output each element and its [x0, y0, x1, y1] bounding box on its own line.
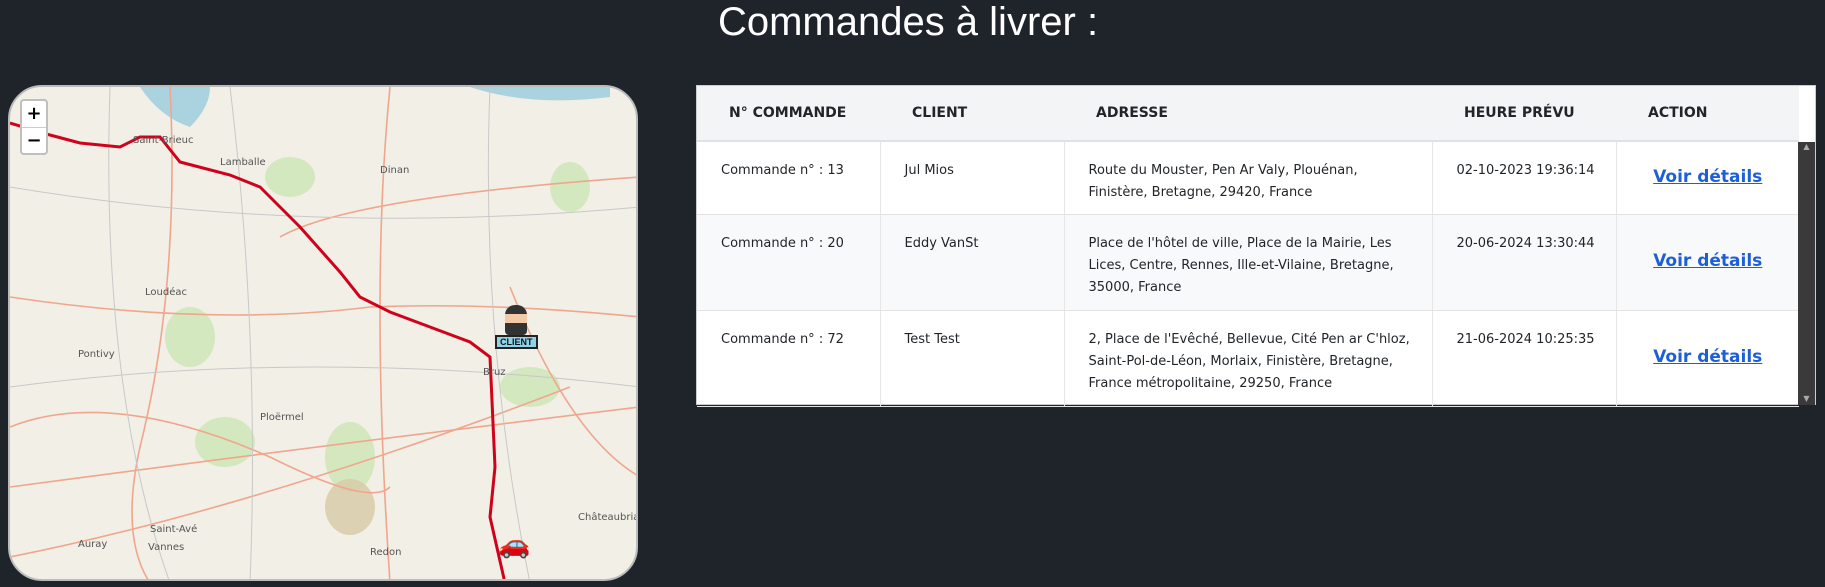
table-header: N° COMMANDE CLIENT ADRESSE HEURE PRÉVU A…	[697, 86, 1799, 142]
header-action: ACTION	[1616, 86, 1799, 142]
table-row: Commande n° : 13 Jul Mios Route du Moust…	[697, 141, 1799, 215]
view-details-link[interactable]: Voir détails	[1653, 251, 1762, 271]
order-number: Commande n° : 20	[697, 214, 881, 311]
scroll-down-arrow-icon[interactable]: ▼	[1798, 394, 1815, 403]
scheduled-time: 21-06-2024 10:25:35	[1432, 310, 1617, 407]
place-labels: Saint-Brieuc Lamballe Dinan Loudéac Pont…	[78, 135, 636, 558]
zoom-out-button[interactable]: −	[22, 127, 46, 153]
client-name: Jul Mios	[880, 141, 1065, 215]
header-time: HEURE PRÉVU	[1432, 86, 1616, 142]
order-number: Commande n° : 13	[697, 141, 881, 215]
header-order: N° COMMANDE	[697, 86, 880, 142]
view-details-link[interactable]: Voir détails	[1653, 347, 1762, 367]
person-icon	[505, 305, 528, 335]
table-scrollbar[interactable]: ▲ ▼	[1798, 142, 1815, 405]
header-client: CLIENT	[880, 86, 1064, 142]
scroll-up-arrow-icon[interactable]: ▲	[1798, 142, 1815, 151]
orders-table-container: N° COMMANDE CLIENT ADRESSE HEURE PRÉVU A…	[696, 85, 1816, 407]
address: Route du Mouster, Pen Ar Valy, Plouénan,…	[1064, 141, 1433, 215]
page-title: Commandes à livrer :	[717, 0, 1099, 44]
zoom-in-button[interactable]: +	[22, 101, 46, 127]
address: Place de l'hôtel de ville, Place de la M…	[1064, 214, 1433, 311]
client-name: Test Test	[880, 310, 1065, 407]
scheduled-time: 20-06-2024 13:30:44	[1432, 214, 1617, 311]
orders-table: N° COMMANDE CLIENT ADRESSE HEURE PRÉVU A…	[697, 86, 1799, 407]
zoom-control: + −	[20, 99, 48, 155]
address: 2, Place de l'Evêché, Bellevue, Cité Pen…	[1064, 310, 1433, 407]
view-details-link[interactable]: Voir détails	[1653, 167, 1762, 187]
order-number: Commande n° : 72	[697, 310, 881, 407]
map[interactable]: + − Saint-Brieuc Lamballe Dinan Loudéac …	[8, 85, 638, 581]
client-marker[interactable]: CLIENT	[495, 305, 538, 349]
scheduled-time: 02-10-2023 19:36:14	[1432, 141, 1617, 215]
header-address: ADRESSE	[1064, 86, 1432, 142]
table-row: Commande n° : 20 Eddy VanSt Place de l'h…	[697, 214, 1799, 311]
client-name: Eddy VanSt	[880, 214, 1065, 311]
delivery-car-icon[interactable]: 🚗	[498, 532, 530, 558]
table-row: Commande n° : 72 Test Test 2, Place de l…	[697, 310, 1799, 407]
